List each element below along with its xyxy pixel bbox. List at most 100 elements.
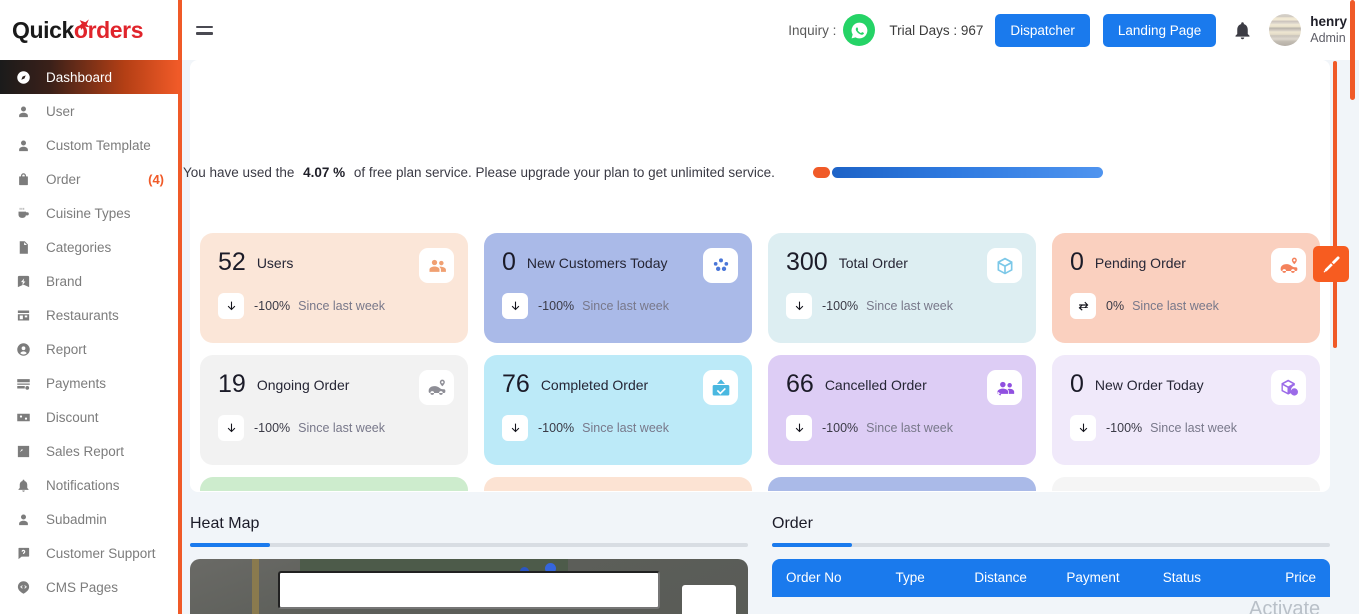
plan-usage-text: You have used the 4.07 % of free plan se… xyxy=(183,165,775,180)
stat-cards-grid: 52 Users -100% Since last week 0 New Customer… xyxy=(190,233,1330,465)
sidebar-item-sales-report[interactable]: Sales Report xyxy=(0,434,178,468)
map-search-input[interactable] xyxy=(278,571,660,609)
dispatcher-button[interactable]: Dispatcher xyxy=(995,13,1090,47)
heatmap-title: Heat Map xyxy=(190,515,260,532)
stat-card-value: 76 xyxy=(502,370,530,398)
stat-card-title: Users xyxy=(256,254,294,271)
order-table-column-header[interactable]: Payment xyxy=(1066,570,1162,585)
sidebar-item-label: Categories xyxy=(46,239,112,255)
order-table-column-header[interactable]: Status xyxy=(1163,570,1251,585)
stat-card-delta: -100% xyxy=(1106,421,1143,435)
heatmap-map[interactable] xyxy=(190,559,748,614)
plan-percent: 4.07 % xyxy=(303,165,346,180)
order-table-column-header[interactable]: Price xyxy=(1250,570,1316,585)
landing-page-button[interactable]: Landing Page xyxy=(1102,13,1217,47)
sidebar-item-badge: (4) xyxy=(148,171,164,187)
sidebar-item-restaurants[interactable]: Restaurants xyxy=(0,298,178,332)
box-3d-icon xyxy=(987,248,1022,283)
stat-card-top: 0 New Order Today xyxy=(1070,372,1304,397)
stat-card-period: Since last week xyxy=(582,299,669,313)
user-meta[interactable]: henry Admin xyxy=(1310,14,1347,47)
code-icon xyxy=(14,578,33,597)
theme-customizer-button[interactable] xyxy=(1313,246,1349,282)
stat-card-partial[interactable] xyxy=(768,477,1036,491)
order-table-column-header[interactable]: Distance xyxy=(974,570,1066,585)
sidebar-item-notifications[interactable]: Notifications xyxy=(0,468,178,502)
sidebar-item-cms-pages[interactable]: CMS Pages xyxy=(0,570,178,604)
bell-icon xyxy=(14,476,33,495)
stat-card[interactable]: 300 Total Order -100% Since last week xyxy=(768,233,1036,343)
group-cancel-icon xyxy=(987,370,1022,405)
map-control-button[interactable] xyxy=(682,585,736,614)
stat-card-partial[interactable] xyxy=(484,477,752,491)
user-name: henry xyxy=(1310,13,1347,29)
sidebar-item-payments[interactable]: Payments xyxy=(0,366,178,400)
stat-card-title: Completed Order xyxy=(540,376,649,393)
stat-card[interactable]: 19 Ongoing Order -100% Since last week xyxy=(200,355,468,465)
stat-card-delta: -100% xyxy=(822,299,859,313)
sidebar-item-report[interactable]: Report xyxy=(0,332,178,366)
stat-card-partial[interactable] xyxy=(200,477,468,491)
arrow-down-icon xyxy=(1070,415,1096,441)
brand-name-dark: Quick xyxy=(12,16,74,43)
stat-card[interactable]: 66 Cancelled Order -100% Since last week xyxy=(768,355,1036,465)
sidebar-item-user[interactable]: User xyxy=(0,94,178,128)
stat-card[interactable]: 0 New Order Today -100% Since last week xyxy=(1052,355,1320,465)
map-road xyxy=(252,559,259,614)
page-scrollbar[interactable] xyxy=(1350,0,1358,614)
sidebar-item-customer-support[interactable]: Customer Support xyxy=(0,536,178,570)
delivery-car-icon xyxy=(419,370,454,405)
stat-card-title: Ongoing Order xyxy=(256,376,350,393)
stat-card-period: Since last week xyxy=(1150,421,1237,435)
sidebar-item-label: Cuisine Types xyxy=(46,205,131,221)
summary-panel-scrollbar[interactable] xyxy=(1333,61,1337,348)
sidebar-item-custom-template[interactable]: Custom Template xyxy=(0,128,178,162)
stat-card-partial[interactable] xyxy=(1052,477,1320,491)
stat-card-bottom: -100% Since last week xyxy=(1070,415,1304,441)
arrow-down-icon xyxy=(786,415,812,441)
order-table-column-header[interactable]: Type xyxy=(896,570,975,585)
inquiry-label: Inquiry : xyxy=(788,22,837,38)
sidebar-item-label: Subadmin xyxy=(46,511,107,527)
notification-bell-icon[interactable] xyxy=(1229,15,1255,45)
arrow-down-icon xyxy=(502,293,528,319)
stat-card-bottom: -100% Since last week xyxy=(218,293,452,319)
stat-card-bottom: -100% Since last week xyxy=(786,415,1020,441)
whatsapp-icon[interactable] xyxy=(843,14,876,46)
trial-days-label: Trial Days : 967 xyxy=(889,22,984,38)
sidebar-item-label: Custom Template xyxy=(46,137,151,153)
plan-progress-container xyxy=(812,153,1103,192)
order-table-column-header[interactable]: Order No xyxy=(786,570,896,585)
stat-card[interactable]: 0 Pending Order 0% Since last week xyxy=(1052,233,1320,343)
arrow-down-icon xyxy=(218,415,244,441)
stat-card-top: 19 Ongoing Order xyxy=(218,372,452,397)
stat-card-bottom: 0% Since last week xyxy=(1070,293,1304,319)
cup-icon xyxy=(14,204,33,223)
brand-logo[interactable]: Quickorders xyxy=(0,0,178,60)
sidebar-item-dashboard[interactable]: Dashboard xyxy=(0,60,178,94)
stat-card-value: 0 xyxy=(1070,248,1084,276)
delivery-car-icon xyxy=(1271,248,1306,283)
stat-card-bottom: -100% Since last week xyxy=(218,415,452,441)
sidebar: Quickorders Dashboard User Custom Template… xyxy=(0,0,182,614)
stat-card[interactable]: 76 Completed Order -100% Since last week xyxy=(484,355,752,465)
sidebar-item-brand[interactable]: Brand xyxy=(0,264,178,298)
stat-card[interactable]: 0 New Customers Today -100% Since last week xyxy=(484,233,752,343)
stat-card-delta: -100% xyxy=(254,421,291,435)
stat-card-delta: -100% xyxy=(538,421,575,435)
hamburger-icon[interactable] xyxy=(196,22,216,38)
page-scrollbar-thumb[interactable] xyxy=(1350,0,1355,100)
stat-card[interactable]: 52 Users -100% Since last week xyxy=(200,233,468,343)
sidebar-item-order[interactable]: Order (4) xyxy=(0,162,178,196)
sidebar-item-categories[interactable]: Categories xyxy=(0,230,178,264)
percent-icon xyxy=(14,408,33,427)
sidebar-item-discount[interactable]: Discount xyxy=(0,400,178,434)
stat-card-top: 300 Total Order xyxy=(786,250,1020,275)
user-icon xyxy=(14,510,33,529)
plan-progress-used xyxy=(812,167,830,178)
sidebar-item-cuisine-types[interactable]: Cuisine Types xyxy=(0,196,178,230)
avatar[interactable] xyxy=(1269,14,1302,46)
plan-usage-banner: You have used the 4.07 % of free plan se… xyxy=(182,153,1359,192)
sidebar-item-subadmin[interactable]: Subadmin xyxy=(0,502,178,536)
stat-card-value: 0 xyxy=(502,248,516,276)
